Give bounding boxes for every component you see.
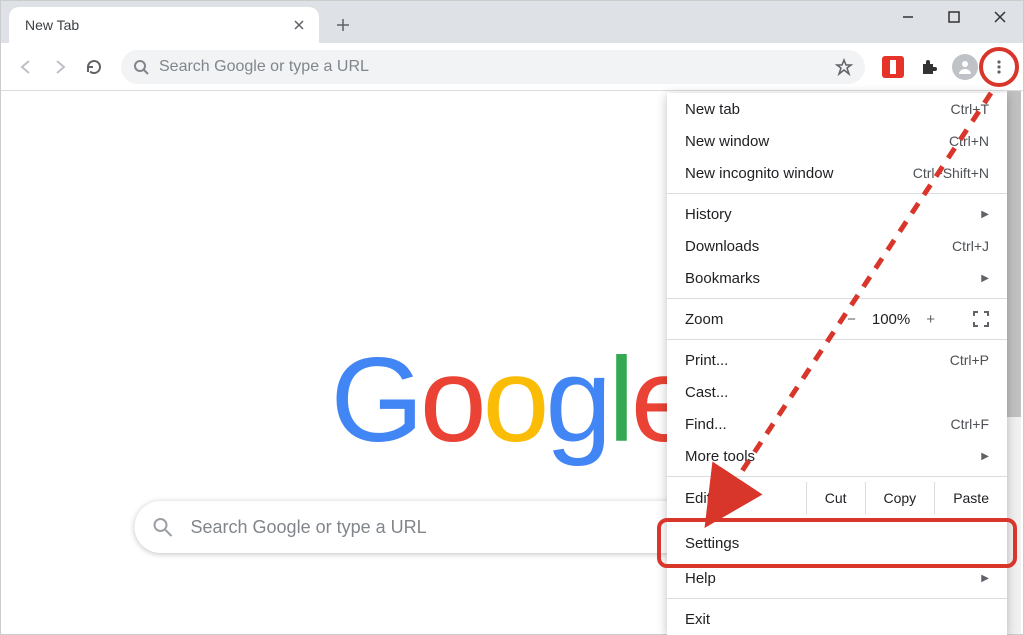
close-tab-button[interactable] — [289, 15, 309, 35]
tab-strip: New Tab — [1, 1, 1023, 43]
menu-separator — [667, 339, 1007, 340]
vertical-scrollbar[interactable] — [1007, 91, 1021, 634]
omnibox[interactable]: Search Google or type a URL — [121, 50, 865, 84]
menu-downloads[interactable]: Downloads Ctrl+J — [667, 230, 1007, 262]
minimize-button[interactable] — [885, 1, 931, 33]
google-logo: Google — [330, 331, 693, 469]
menu-zoom: Zoom − 100% + — [667, 303, 1007, 335]
extension-icon-red[interactable] — [879, 53, 907, 81]
close-window-button[interactable] — [977, 1, 1023, 33]
scrollbar-thumb[interactable] — [1007, 91, 1021, 417]
chevron-right-icon: ▶ — [981, 573, 989, 584]
search-icon — [133, 59, 149, 75]
bookmark-star-icon[interactable] — [835, 58, 853, 76]
chrome-menu: New tab Ctrl+T New window Ctrl+N New inc… — [667, 93, 1007, 635]
chrome-menu-button[interactable] — [985, 53, 1013, 81]
chevron-right-icon: ▶ — [981, 209, 989, 220]
profile-icon[interactable] — [951, 53, 979, 81]
browser-tab[interactable]: New Tab — [9, 7, 319, 43]
menu-separator — [667, 598, 1007, 599]
maximize-button[interactable] — [931, 1, 977, 33]
search-icon — [153, 517, 173, 537]
forward-button[interactable] — [45, 52, 75, 82]
back-button[interactable] — [11, 52, 41, 82]
menu-find[interactable]: Find... Ctrl+F — [667, 408, 1007, 440]
new-tab-button[interactable] — [329, 11, 357, 39]
search-placeholder: Search Google or type a URL — [191, 517, 427, 538]
tab-title: New Tab — [25, 17, 289, 33]
menu-separator — [667, 476, 1007, 477]
menu-more-tools[interactable]: More tools ▶ — [667, 440, 1007, 472]
menu-bookmarks[interactable]: Bookmarks ▶ — [667, 262, 1007, 294]
menu-settings[interactable]: Settings — [667, 524, 1007, 562]
menu-new-window[interactable]: New window Ctrl+N — [667, 125, 1007, 157]
fullscreen-icon[interactable] — [973, 311, 989, 327]
menu-copy[interactable]: Copy — [865, 482, 935, 514]
menu-paste[interactable]: Paste — [934, 482, 1007, 514]
annotation-circle — [979, 47, 1019, 87]
omnibox-placeholder: Search Google or type a URL — [159, 58, 835, 76]
reload-button[interactable] — [79, 52, 109, 82]
menu-separator — [667, 298, 1007, 299]
toolbar: Search Google or type a URL — [1, 43, 1023, 91]
zoom-value: 100% — [872, 311, 910, 328]
menu-history[interactable]: History ▶ — [667, 198, 1007, 230]
menu-print[interactable]: Print... Ctrl+P — [667, 344, 1007, 376]
chevron-right-icon: ▶ — [981, 273, 989, 284]
menu-help[interactable]: Help ▶ — [667, 562, 1007, 594]
menu-separator — [667, 193, 1007, 194]
menu-exit[interactable]: Exit — [667, 603, 1007, 635]
menu-new-tab[interactable]: New tab Ctrl+T — [667, 93, 1007, 125]
zoom-in-button[interactable]: + — [926, 311, 935, 328]
chevron-right-icon: ▶ — [981, 451, 989, 462]
menu-cast[interactable]: Cast... — [667, 376, 1007, 408]
zoom-out-button[interactable]: − — [847, 311, 856, 328]
extensions-puzzle-icon[interactable] — [915, 53, 943, 81]
menu-new-incognito[interactable]: New incognito window Ctrl+Shift+N — [667, 157, 1007, 189]
menu-cut[interactable]: Cut — [806, 482, 865, 514]
window-controls — [885, 1, 1023, 33]
menu-edit-row: Edit Cut Copy Paste — [667, 481, 1007, 515]
menu-separator — [667, 519, 1007, 520]
